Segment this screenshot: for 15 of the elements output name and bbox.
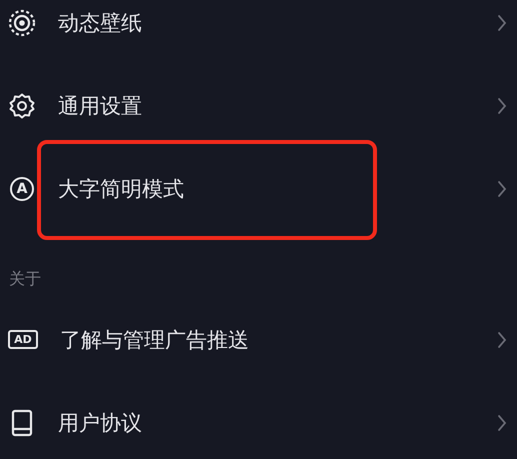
letter-circle-icon: A (10, 176, 34, 200)
chevron-right-icon (497, 96, 507, 114)
chevron-right-icon (497, 180, 507, 198)
ad-icon: AD (8, 330, 38, 349)
row-label[interactable]: 通用设置 (58, 92, 497, 120)
settings-icon (8, 92, 36, 120)
row-label[interactable]: 动态壁纸 (58, 8, 497, 36)
chevron-right-icon (497, 14, 507, 32)
target-icon (8, 8, 36, 36)
chevron-right-icon (497, 414, 507, 432)
row-label[interactable]: 用户协议 (58, 408, 497, 436)
section-header: 关于 (9, 269, 41, 290)
row-label[interactable]: 了解与管理广告推送 (60, 326, 497, 354)
row-label[interactable]: 大字简明模式 (58, 174, 497, 202)
chevron-right-icon (497, 330, 507, 348)
